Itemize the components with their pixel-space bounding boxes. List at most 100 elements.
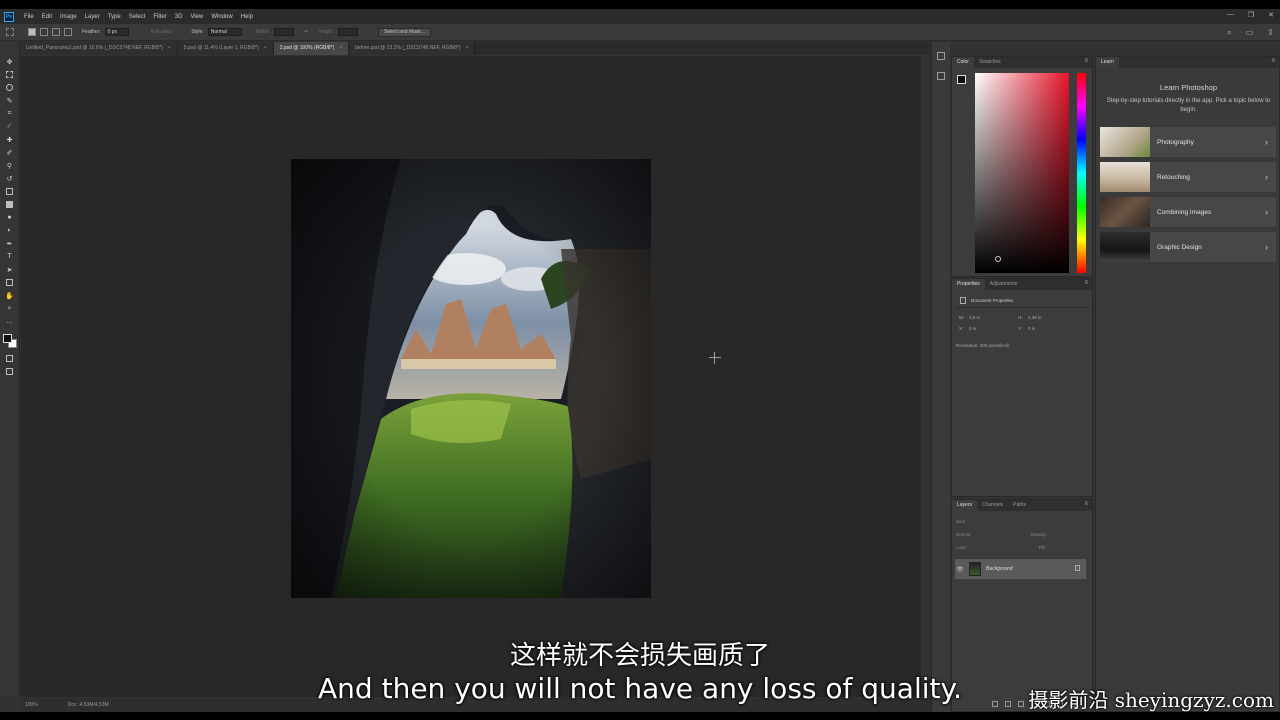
lasso-tool-icon[interactable] — [4, 81, 16, 94]
intersect-selection-icon[interactable] — [64, 28, 72, 36]
brush-settings-icon[interactable] — [937, 72, 945, 80]
menu-view[interactable]: View — [186, 14, 207, 20]
healing-brush-tool-icon[interactable]: ✚ — [4, 133, 16, 146]
quick-select-tool-icon[interactable]: ✎ — [4, 94, 16, 107]
type-tool-icon[interactable]: T — [4, 250, 16, 263]
color-panel-tabs: Color Swatches ≡ — [952, 57, 1092, 68]
foreground-color-mini[interactable] — [957, 75, 966, 84]
layer-name[interactable]: Background — [986, 566, 1013, 572]
screen-mode-icon[interactable] — [4, 365, 16, 378]
tab-paths[interactable]: Paths — [1008, 500, 1031, 511]
menu-file[interactable]: File — [20, 14, 38, 20]
tab-properties[interactable]: Properties — [952, 279, 985, 290]
y-value[interactable]: 0 in — [1028, 326, 1035, 331]
minimize-button[interactable]: — — [1227, 11, 1234, 19]
subtract-selection-icon[interactable] — [52, 28, 60, 36]
color-swatches[interactable] — [2, 334, 17, 348]
blend-mode-select[interactable]: Normal — [956, 532, 971, 537]
panel-menu-icon[interactable]: ≡ — [1084, 58, 1088, 64]
height-value[interactable]: 4,39 in — [1028, 315, 1042, 320]
tab-color[interactable]: Color — [952, 57, 974, 68]
color-picker-cursor[interactable] — [995, 256, 1001, 262]
window-controls: — ❐ ✕ — [1227, 11, 1274, 19]
tab-3-psd[interactable]: 3.psd @ 100% (RGB/8*) × — [273, 42, 350, 55]
clone-stamp-tool-icon[interactable]: ⚲ — [4, 159, 16, 172]
width-value[interactable]: 3,6 in — [969, 315, 980, 320]
antialias-checkbox[interactable]: Anti-alias — [151, 29, 172, 35]
menu-help[interactable]: Help — [237, 14, 257, 20]
add-selection-icon[interactable] — [40, 28, 48, 36]
menu-select[interactable]: Select — [125, 14, 150, 20]
history-panel-icon[interactable] — [937, 52, 945, 60]
tab-before-psd[interactable]: before.psd @ 13,1% (_DSC5748.NEF, RGB/8*… — [349, 42, 476, 55]
foreground-color-swatch[interactable] — [2, 334, 12, 343]
height-label: Height: — [318, 29, 334, 35]
color-picker-field[interactable] — [975, 73, 1069, 273]
new-selection-icon[interactable] — [28, 28, 36, 36]
pen-tool-icon[interactable]: ✒ — [4, 237, 16, 250]
search-icon[interactable]: ⌕ — [1227, 28, 1231, 38]
hue-slider[interactable] — [1077, 73, 1086, 273]
feather-input[interactable]: 0 px — [104, 28, 129, 36]
tab-layers[interactable]: Layers — [952, 500, 978, 511]
document-tabs: Untitled_Panorama1.psd @ 16,6% (_DSC5748… — [20, 42, 930, 55]
width-input[interactable] — [273, 28, 294, 36]
learn-card-retouching[interactable]: Retouching › — [1100, 162, 1276, 192]
quick-mask-icon[interactable] — [4, 352, 16, 365]
eraser-tool-icon[interactable] — [4, 185, 16, 198]
tab-untitled-panorama[interactable]: Untitled_Panorama1.psd @ 16,6% (_DSC5748… — [20, 42, 178, 55]
learn-card-photography[interactable]: Photography › — [1100, 127, 1276, 157]
select-and-mask-button[interactable]: Select and Mask... — [377, 27, 432, 37]
layer-row-background[interactable]: 👁 Background — [955, 559, 1086, 579]
menu-type[interactable]: Type — [104, 14, 125, 20]
learn-card-combining-images[interactable]: Combining Images › — [1100, 197, 1276, 227]
menu-image[interactable]: Image — [56, 14, 81, 20]
path-select-tool-icon[interactable]: ➤ — [4, 263, 16, 276]
marquee-tool-icon[interactable] — [4, 68, 16, 81]
tab-close-icon[interactable]: × — [339, 45, 342, 51]
filter-kind-select[interactable]: Kind — [956, 519, 965, 524]
dodge-tool-icon[interactable]: ◐ — [4, 224, 16, 237]
menu-window[interactable]: Window — [207, 14, 236, 20]
menu-layer[interactable]: Layer — [81, 14, 104, 20]
lock-icon[interactable] — [1075, 565, 1080, 571]
menu-filter[interactable]: Filter — [149, 14, 170, 20]
hand-tool-icon[interactable]: ✋ — [4, 289, 16, 302]
swap-icon[interactable]: ⇄ — [304, 29, 308, 35]
crop-tool-icon[interactable]: ⌗ — [4, 107, 16, 120]
panel-menu-icon[interactable]: ≡ — [1084, 501, 1088, 507]
brush-tool-icon[interactable]: ✐ — [4, 146, 16, 159]
tab-5-psd[interactable]: 5.psd @ 11,4% (Layer 1, RGB/8*) × — [177, 42, 274, 55]
gradient-tool-icon[interactable] — [4, 198, 16, 211]
tab-adjustments[interactable]: Adjustments — [985, 279, 1023, 290]
close-button[interactable]: ✕ — [1268, 11, 1274, 19]
tab-close-icon[interactable]: × — [264, 45, 267, 51]
history-brush-tool-icon[interactable]: ↺ — [4, 172, 16, 185]
share-icon[interactable]: ⇪ — [1267, 28, 1274, 38]
x-value[interactable]: 0 in — [969, 326, 976, 331]
eyedropper-tool-icon[interactable]: ⁄ — [4, 120, 16, 133]
document-image[interactable] — [291, 159, 651, 598]
move-tool-icon[interactable]: ✥ — [4, 55, 16, 68]
blur-tool-icon[interactable]: ● — [4, 211, 16, 224]
tab-close-icon[interactable]: × — [168, 45, 171, 51]
more-tools-icon[interactable]: … — [4, 315, 16, 328]
menu-3d[interactable]: 3D — [171, 14, 187, 20]
style-select[interactable]: Normal — [207, 28, 242, 36]
panel-menu-icon[interactable]: ≡ — [1084, 280, 1088, 286]
tab-swatches[interactable]: Swatches — [974, 57, 1006, 68]
panel-menu-icon[interactable]: ≡ — [1271, 58, 1275, 64]
tab-learn[interactable]: Learn — [1096, 57, 1119, 68]
learn-card-graphic-design[interactable]: Graphic Design › — [1100, 232, 1276, 262]
workspace-icon[interactable]: ▭ — [1246, 28, 1254, 38]
zoom-tool-icon[interactable]: ⌕ — [4, 302, 16, 315]
visibility-eye-icon[interactable]: 👁 — [955, 566, 965, 573]
tab-close-icon[interactable]: × — [466, 45, 469, 51]
tab-channels[interactable]: Channels — [977, 500, 1008, 511]
height-input[interactable] — [337, 28, 358, 36]
marquee-tool-preset-icon[interactable] — [6, 28, 14, 36]
maximize-button[interactable]: ❐ — [1248, 11, 1254, 19]
rectangle-tool-icon[interactable] — [4, 276, 16, 289]
menu-edit[interactable]: Edit — [38, 14, 56, 20]
canvas-area[interactable] — [21, 56, 921, 697]
